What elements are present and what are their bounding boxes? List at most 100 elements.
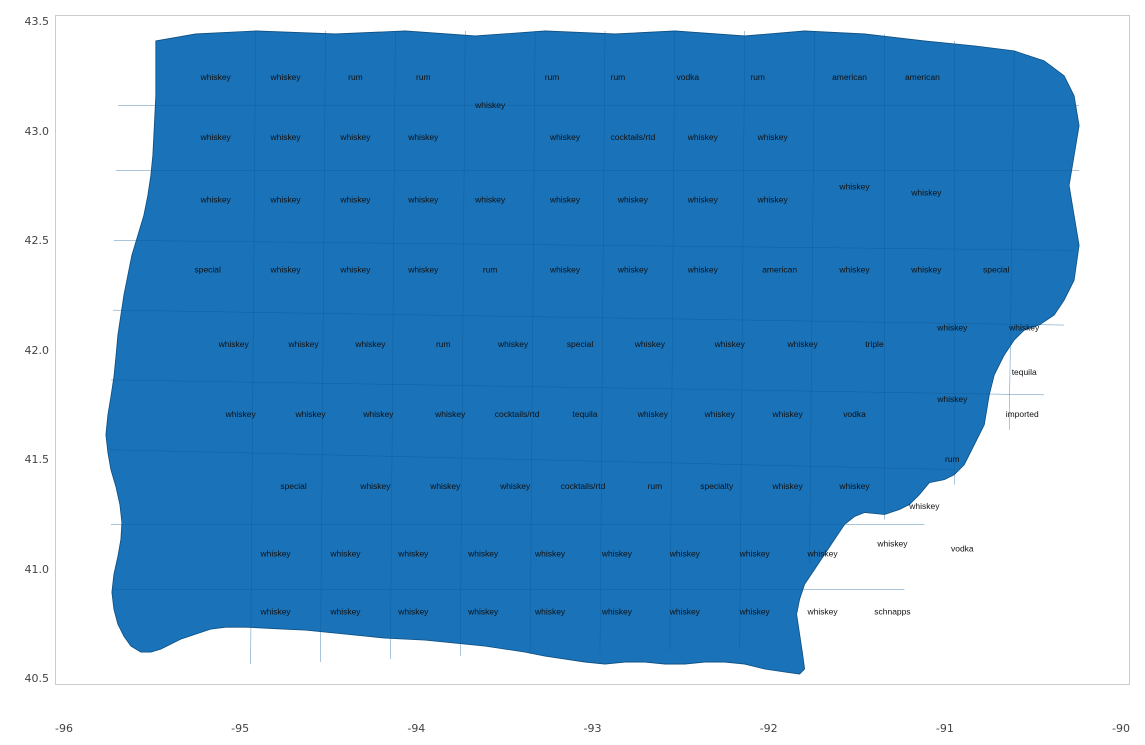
svg-text:whiskey: whiskey xyxy=(1008,322,1040,332)
svg-text:whiskey: whiskey xyxy=(617,195,649,205)
svg-text:whiskey: whiskey xyxy=(270,195,302,205)
svg-text:whiskey: whiskey xyxy=(339,132,371,142)
svg-text:cocktails/rtd: cocktails/rtd xyxy=(611,132,656,142)
x-axis: -96 -95 -94 -93 -92 -91 -90 xyxy=(55,722,1130,735)
svg-text:whiskey: whiskey xyxy=(669,549,701,559)
y-axis: 43.5 43.0 42.5 42.0 41.5 41.0 40.5 xyxy=(0,15,55,685)
svg-text:whiskey: whiskey xyxy=(499,481,531,491)
svg-text:whiskey: whiskey xyxy=(739,606,771,616)
svg-text:whiskey: whiskey xyxy=(497,339,529,349)
svg-text:vodka: vodka xyxy=(843,409,866,419)
svg-text:whiskey: whiskey xyxy=(908,501,940,511)
svg-text:whiskey: whiskey xyxy=(339,195,371,205)
svg-text:whiskey: whiskey xyxy=(397,606,429,616)
svg-text:whiskey: whiskey xyxy=(534,606,566,616)
svg-text:whiskey: whiskey xyxy=(910,188,942,198)
svg-text:whiskey: whiskey xyxy=(287,339,319,349)
svg-text:whiskey: whiskey xyxy=(757,195,789,205)
svg-text:rum: rum xyxy=(348,72,363,82)
svg-text:whiskey: whiskey xyxy=(910,264,942,274)
svg-text:whiskey: whiskey xyxy=(936,394,968,404)
svg-text:whiskey: whiskey xyxy=(329,606,361,616)
svg-text:special: special xyxy=(280,481,306,491)
svg-text:whiskey: whiskey xyxy=(787,339,819,349)
svg-text:special: special xyxy=(195,264,221,274)
svg-text:tequila: tequila xyxy=(573,409,598,419)
svg-text:rum: rum xyxy=(545,72,560,82)
svg-text:whiskey: whiskey xyxy=(329,549,361,559)
svg-text:tequila: tequila xyxy=(1012,367,1037,377)
x-label-4: -93 xyxy=(584,722,602,735)
svg-text:rum: rum xyxy=(416,72,431,82)
svg-text:whiskey: whiskey xyxy=(936,322,968,332)
svg-text:whiskey: whiskey xyxy=(434,409,466,419)
svg-text:whiskey: whiskey xyxy=(714,339,746,349)
svg-text:whiskey: whiskey xyxy=(772,481,804,491)
svg-text:rum: rum xyxy=(611,72,626,82)
svg-text:american: american xyxy=(762,264,797,274)
svg-text:vodka: vodka xyxy=(951,544,974,554)
svg-text:whiskey: whiskey xyxy=(617,264,649,274)
svg-text:whiskey: whiskey xyxy=(806,549,838,559)
svg-text:whiskey: whiskey xyxy=(200,72,232,82)
svg-text:rum: rum xyxy=(436,339,451,349)
svg-text:whiskey: whiskey xyxy=(534,549,566,559)
svg-text:whiskey: whiskey xyxy=(339,264,371,274)
svg-text:whiskey: whiskey xyxy=(806,606,838,616)
svg-text:whiskey: whiskey xyxy=(294,409,326,419)
svg-text:rum: rum xyxy=(483,264,498,274)
svg-text:whiskey: whiskey xyxy=(397,549,429,559)
x-label-7: -90 xyxy=(1112,722,1130,735)
svg-text:whiskey: whiskey xyxy=(687,132,719,142)
svg-text:vodka: vodka xyxy=(677,72,700,82)
y-label-7: 40.5 xyxy=(25,672,50,685)
svg-text:whiskey: whiskey xyxy=(407,264,439,274)
svg-text:schnapps: schnapps xyxy=(874,606,910,616)
y-label-5: 41.5 xyxy=(25,453,50,466)
svg-text:specialty: specialty xyxy=(700,481,734,491)
svg-text:whiskey: whiskey xyxy=(407,195,439,205)
svg-text:whiskey: whiskey xyxy=(601,549,633,559)
x-label-6: -91 xyxy=(936,722,954,735)
y-label-2: 43.0 xyxy=(25,125,50,138)
svg-text:whiskey: whiskey xyxy=(687,195,719,205)
svg-text:whiskey: whiskey xyxy=(637,409,669,419)
y-label-6: 41.0 xyxy=(25,563,50,576)
svg-text:cocktails/rtd: cocktails/rtd xyxy=(561,481,606,491)
x-label-2: -95 xyxy=(231,722,249,735)
y-label-1: 43.5 xyxy=(25,15,50,28)
x-label-1: -96 xyxy=(55,722,73,735)
svg-text:special: special xyxy=(983,264,1009,274)
svg-text:whiskey: whiskey xyxy=(270,264,302,274)
x-label-3: -94 xyxy=(407,722,425,735)
svg-text:whiskey: whiskey xyxy=(687,264,719,274)
svg-text:whiskey: whiskey xyxy=(838,264,870,274)
svg-text:whiskey: whiskey xyxy=(549,132,581,142)
svg-text:whiskey: whiskey xyxy=(200,132,232,142)
svg-text:whiskey: whiskey xyxy=(362,409,394,419)
svg-text:whiskey: whiskey xyxy=(354,339,386,349)
svg-text:whiskey: whiskey xyxy=(467,549,499,559)
y-label-3: 42.5 xyxy=(25,234,50,247)
y-label-4: 42.0 xyxy=(25,344,50,357)
svg-text:whiskey: whiskey xyxy=(429,481,461,491)
svg-text:whiskey: whiskey xyxy=(474,100,506,110)
svg-text:whiskey: whiskey xyxy=(474,195,506,205)
svg-text:american: american xyxy=(832,72,867,82)
svg-text:rum: rum xyxy=(945,454,960,464)
svg-text:whiskey: whiskey xyxy=(876,539,908,549)
chart-container: 43.5 43.0 42.5 42.0 41.5 41.0 40.5 xyxy=(0,0,1145,745)
iowa-map-svg: whiskey whiskey rum rum rum rum vodka ru… xyxy=(56,16,1129,684)
svg-text:whiskey: whiskey xyxy=(669,606,701,616)
svg-text:whiskey: whiskey xyxy=(260,549,292,559)
svg-text:whiskey: whiskey xyxy=(772,409,804,419)
svg-text:triple: triple xyxy=(865,339,884,349)
svg-text:imported: imported xyxy=(1006,409,1039,419)
svg-text:whiskey: whiskey xyxy=(704,409,736,419)
svg-text:whiskey: whiskey xyxy=(359,481,391,491)
svg-text:whiskey: whiskey xyxy=(270,72,302,82)
svg-text:whiskey: whiskey xyxy=(270,132,302,142)
svg-text:whiskey: whiskey xyxy=(739,549,771,559)
svg-text:whiskey: whiskey xyxy=(260,606,292,616)
svg-text:whiskey: whiskey xyxy=(218,339,250,349)
